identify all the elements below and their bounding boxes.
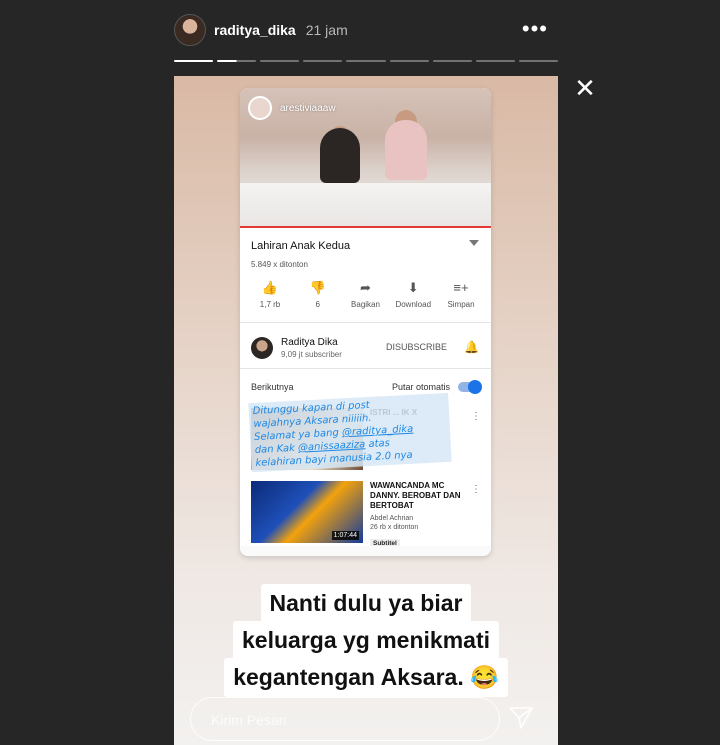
video-duration: 1:07:44 <box>331 531 359 540</box>
save-icon: ≡+ <box>453 280 469 295</box>
list-item: 1:07:44 WAWANCANDA MC DANNY. BEROBAT DAN… <box>251 481 481 548</box>
progress-segment <box>260 60 300 62</box>
channel-info: Raditya Dika 9,09 jt subscriber <box>281 337 342 359</box>
close-icon[interactable]: ✕ <box>573 75 597 101</box>
thumbs-down-icon: 👎 <box>309 280 326 295</box>
video-thumbnail: 1:07:44 <box>251 481 363 543</box>
save-action: ≡+ Simpan <box>439 280 483 309</box>
video-frame: arestiviaaaw <box>240 88 491 228</box>
share-action: ➦ Bagikan <box>344 280 388 309</box>
progress-segment <box>346 60 386 62</box>
channel-row: Raditya Dika 9,09 jt subscriber DISUBSCR… <box>251 333 483 363</box>
handwritten-note: Ditunggu kapan di post wajahnya Aksara n… <box>248 392 452 473</box>
video-progress <box>240 226 491 228</box>
divider <box>240 368 491 369</box>
item-title: WAWANCANDA MC DANNY. BEROBAT DAN BERTOBA… <box>370 481 461 510</box>
phone-nav-bar <box>240 546 491 556</box>
tag-username: arestiviaaaw <box>280 102 336 114</box>
progress-segment <box>389 60 429 62</box>
message-field[interactable] <box>190 697 500 741</box>
tag-avatar <box>248 96 272 120</box>
message-input[interactable] <box>211 710 481 730</box>
dislike-action: 👎 6 <box>296 280 340 309</box>
caption-line-1: Nanti dulu ya biar <box>174 584 558 623</box>
bell-icon: 🔔 <box>464 340 479 354</box>
video-actions: 👍 1,7 rb 👎 6 ➦ Bagikan ⬇ Download ≡+ Sim… <box>248 280 483 309</box>
username[interactable]: raditya_dika <box>214 22 296 38</box>
share-icon: ➦ <box>360 280 371 295</box>
youtube-screenshot: arestiviaaaw Lahiran Anak Kedua 5.849 x … <box>240 88 491 556</box>
up-next-label: Berikutnya <box>251 382 294 392</box>
channel-avatar <box>251 337 273 359</box>
mention-link[interactable]: @raditya_dika <box>342 424 414 439</box>
video-views: 5.849 x ditonton <box>251 260 308 269</box>
toggle-knob <box>468 380 482 394</box>
download-icon: ⬇ <box>407 280 419 295</box>
person <box>320 128 360 183</box>
more-vert-icon: ⋮ <box>471 411 481 422</box>
autoplay-toggle <box>458 380 482 394</box>
download-action: ⬇ Download <box>391 280 435 309</box>
item-text: WAWANCANDA MC DANNY. BEROBAT DAN BERTOBA… <box>370 481 470 550</box>
caption-text: kegantengan Aksara. 😂 <box>224 658 508 697</box>
caption-text: keluarga yg menikmati <box>233 621 499 660</box>
story-viewer: raditya_dika 21 jam ••• arestiviaaaw Lah… <box>0 0 720 745</box>
action-label: Download <box>395 300 432 309</box>
note-text: dan Kak <box>254 442 299 456</box>
video-title: Lahiran Anak Kedua <box>251 240 351 252</box>
autoplay-label: Putar otomatis <box>391 382 450 392</box>
caption-line-3: kegantengan Aksara. 😂 <box>174 658 558 697</box>
progress-segment <box>174 60 214 62</box>
bed <box>240 183 491 228</box>
progress-segment <box>432 60 472 62</box>
caption-line-2: keluarga yg menikmati <box>174 621 558 660</box>
action-label: Bagikan <box>351 300 380 309</box>
timestamp: 21 jam <box>305 22 348 38</box>
progress-segment <box>217 60 257 62</box>
send-icon[interactable] <box>508 706 534 730</box>
channel-name: Raditya Dika <box>281 337 338 348</box>
item-channel: Abdel Achrian <box>370 515 414 522</box>
person <box>385 120 427 180</box>
more-vert-icon: ⋮ <box>471 484 481 495</box>
chevron-down-icon <box>469 240 479 246</box>
action-label: 1,7 rb <box>259 300 281 309</box>
subscribe-button: DISUBSCRIBE <box>385 342 447 352</box>
action-label: 6 <box>315 300 320 309</box>
avatar[interactable] <box>174 14 206 46</box>
story-header: raditya_dika 21 jam ••• <box>174 13 558 47</box>
story-progress <box>174 60 558 63</box>
channel-subscribers: 9,09 jt subscriber <box>281 350 342 359</box>
progress-segment <box>518 60 558 62</box>
story-tag[interactable]: arestiviaaaw <box>248 96 336 120</box>
story-content[interactable]: arestiviaaaw Lahiran Anak Kedua 5.849 x … <box>174 76 558 745</box>
thumbs-up-icon: 👍 <box>261 280 279 295</box>
item-views: 26 rb x ditonton <box>370 524 419 531</box>
note-text: atas <box>364 437 391 451</box>
progress-segment <box>303 60 343 62</box>
action-label: Simpan <box>447 300 475 309</box>
ellipsis-icon[interactable]: ••• <box>522 18 548 40</box>
like-action: 👍 1,7 rb <box>248 280 292 309</box>
divider <box>240 322 491 323</box>
caption-text: Nanti dulu ya biar <box>260 584 472 623</box>
progress-segment <box>475 60 515 62</box>
